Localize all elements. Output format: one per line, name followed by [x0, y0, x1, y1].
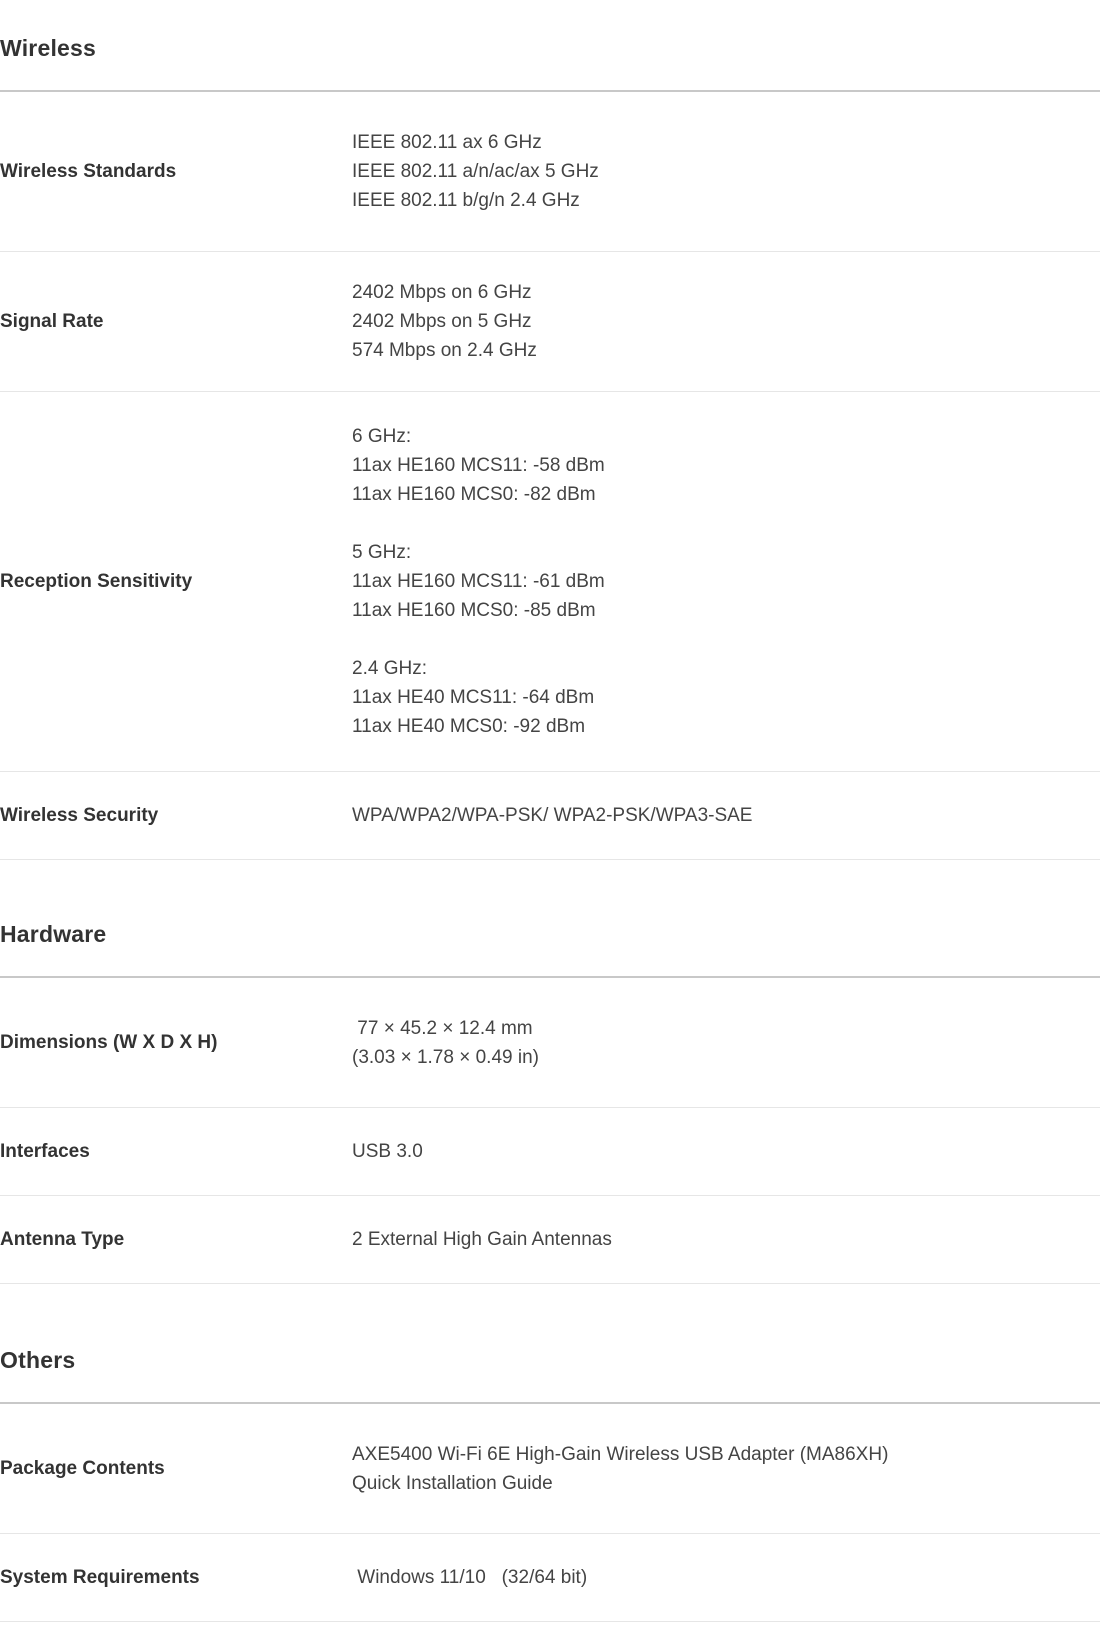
spec-value-line: AXE5400 Wi-Fi 6E High-Gain Wireless USB …	[352, 1443, 889, 1465]
spec-row-antenna-type: Antenna Type 2 External High Gain Antenn…	[0, 1196, 1100, 1284]
section-title: Wireless	[0, 35, 97, 61]
spec-row-system-requirements: System Requirements Windows 11/10 (32/64…	[0, 1534, 1100, 1622]
spec-value: USB 3.0	[352, 1137, 1100, 1166]
spec-label: Antenna Type	[0, 1228, 125, 1250]
spec-value-gap	[352, 625, 1100, 654]
spec-value-line: IEEE 802.11 a/n/ac/ax 5 GHz	[352, 161, 599, 182]
spec-row-wireless-security: Wireless Security WPA/WPA2/WPA-PSK/ WPA2…	[0, 772, 1100, 860]
section-header-hardware: Hardware	[0, 860, 1100, 978]
spec-row-interfaces: Interfaces USB 3.0	[0, 1108, 1100, 1196]
spec-value-line: 11ax HE40 MCS0: -92 dBm	[352, 716, 586, 737]
section-title: Hardware	[0, 921, 107, 947]
spec-value: 6 GHz: 11ax HE160 MCS11: -58 dBm 11ax HE…	[352, 422, 1100, 741]
spec-row-wireless-standards: Wireless Standards IEEE 802.11 ax 6 GHz …	[0, 92, 1100, 252]
section-header-wireless: Wireless	[0, 0, 1100, 92]
spec-value-line: 11ax HE40 MCS11: -64 dBm	[352, 687, 595, 708]
spec-label: Dimensions (W X D X H)	[0, 1031, 218, 1053]
spec-label: Wireless Security	[0, 804, 159, 826]
spec-value-line: 574 Mbps on 2.4 GHz	[352, 340, 537, 361]
spec-value-line: IEEE 802.11 ax 6 GHz	[352, 132, 542, 153]
spec-value-line: 2402 Mbps on 6 GHz	[352, 282, 532, 303]
spec-value-line: 5 GHz:	[352, 542, 412, 563]
spec-label: System Requirements	[0, 1566, 200, 1588]
spec-value-line: Windows 11/10 (32/64 bit)	[352, 1567, 588, 1588]
spec-label: Interfaces	[0, 1140, 90, 1162]
spec-value-line: 2 External High Gain Antennas	[352, 1229, 612, 1250]
spec-value-line: Quick Installation Guide	[352, 1472, 553, 1494]
spec-value-line: 11ax HE160 MCS0: -85 dBm	[352, 600, 596, 621]
spec-value-line: 2402 Mbps on 5 GHz	[352, 311, 532, 332]
spec-value-line: 11ax HE160 MCS11: -61 dBm	[352, 571, 605, 592]
spec-label: Reception Sensitivity	[0, 570, 193, 592]
spec-value-line: 77 × 45.2 × 12.4 mm	[352, 1017, 533, 1039]
spec-row-signal-rate: Signal Rate 2402 Mbps on 6 GHz 2402 Mbps…	[0, 252, 1100, 392]
spec-row-dimensions: Dimensions (W X D X H) 77 × 45.2 × 12.4 …	[0, 978, 1100, 1108]
spec-row-reception-sensitivity: Reception Sensitivity 6 GHz: 11ax HE160 …	[0, 392, 1100, 772]
spec-value-line: 11ax HE160 MCS0: -82 dBm	[352, 484, 596, 505]
section-header-others: Others	[0, 1284, 1100, 1404]
spec-value: AXE5400 Wi-Fi 6E High-Gain Wireless USB …	[352, 1440, 1100, 1498]
spec-table: Wireless Wireless Standards IEEE 802.11 …	[0, 0, 1100, 1622]
spec-value: 2402 Mbps on 6 GHz 2402 Mbps on 5 GHz 57…	[352, 278, 1100, 365]
spec-value-line: 2.4 GHz:	[352, 658, 427, 679]
spec-value: WPA/WPA2/WPA-PSK/ WPA2-PSK/WPA3-SAE	[352, 801, 1100, 830]
spec-value-line: 11ax HE160 MCS11: -58 dBm	[352, 455, 605, 476]
spec-row-package-contents: Package Contents AXE5400 Wi-Fi 6E High-G…	[0, 1404, 1100, 1534]
spec-label: Package Contents	[0, 1457, 165, 1479]
spec-value: 2 External High Gain Antennas	[352, 1225, 1100, 1254]
spec-value-line: WPA/WPA2/WPA-PSK/ WPA2-PSK/WPA3-SAE	[352, 805, 753, 826]
spec-value: Windows 11/10 (32/64 bit)	[352, 1563, 1100, 1592]
spec-value-gap	[352, 509, 1100, 538]
spec-value-line: (3.03 × 1.78 × 0.49 in)	[352, 1046, 539, 1068]
spec-label: Wireless Standards	[0, 160, 177, 182]
spec-value: 77 × 45.2 × 12.4 mm (3.03 × 1.78 × 0.49 …	[352, 1014, 1100, 1072]
spec-value: IEEE 802.11 ax 6 GHz IEEE 802.11 a/n/ac/…	[352, 128, 1100, 215]
section-title: Others	[0, 1347, 76, 1373]
spec-label: Signal Rate	[0, 310, 104, 332]
spec-value-line: 6 GHz:	[352, 426, 412, 447]
spec-value-line: USB 3.0	[352, 1141, 423, 1162]
spec-value-line: IEEE 802.11 b/g/n 2.4 GHz	[352, 190, 580, 211]
